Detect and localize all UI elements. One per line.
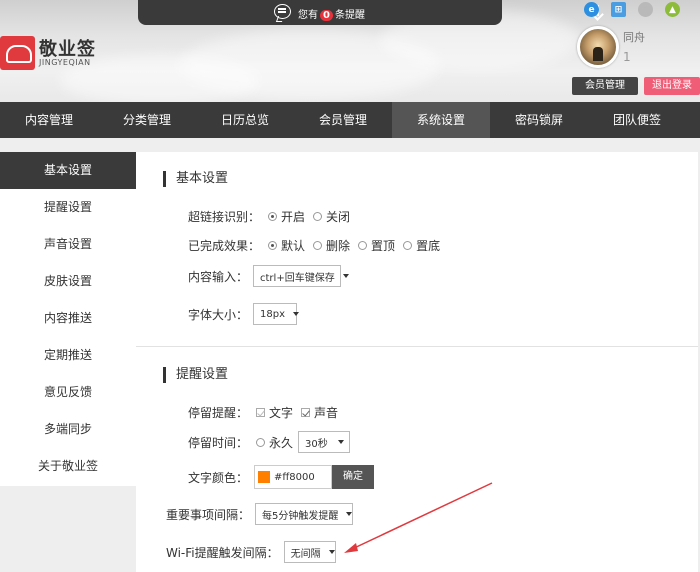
annotation-arrow-line — [349, 482, 493, 551]
annotation-arrow — [344, 482, 493, 553]
annotation-arrow-head — [344, 543, 358, 553]
